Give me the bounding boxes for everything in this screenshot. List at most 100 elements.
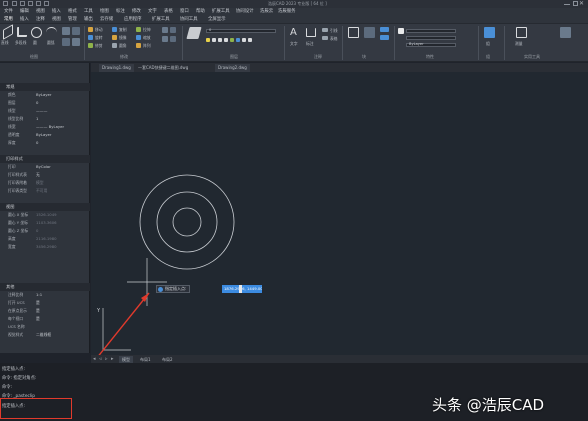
menu-table[interactable]: 表格 [164,8,173,16]
explode-icon[interactable] [162,36,168,42]
prev-layout-icon[interactable]: ◃ [99,356,104,362]
circle-icon[interactable] [31,27,42,38]
doc-tab-shortcuts[interactable]: 一套CAD快捷键二维图.dwg [135,64,192,72]
menu-dimension[interactable]: 标注 [116,8,125,16]
tab-home[interactable]: 常用 [4,16,13,24]
prop-row[interactable]: 打开 UCS 是 [0,299,90,307]
lineweight-dropdown[interactable] [406,36,456,40]
layer-dropdown[interactable]: 0 [206,28,276,33]
menu-collab[interactable]: 协同设计 [236,8,254,16]
prop-row[interactable]: 视觉样式 二维线框 [0,331,90,339]
section-misc[interactable]: 其他 [0,283,90,291]
arc-icon[interactable] [46,27,57,38]
spline-icon[interactable] [72,38,80,46]
copy-label[interactable]: 复制 [119,27,127,33]
scale-icon[interactable] [136,35,141,40]
first-layout-icon[interactable]: ◂ [93,356,98,362]
inner-circle[interactable] [172,207,202,237]
last-layout-icon[interactable]: ▸ [111,356,116,362]
prop-row[interactable]: 高度 2116.1980 [0,235,90,243]
prop-row[interactable]: 图层 0 [0,99,90,107]
prop-row[interactable]: 打印 ByColor [0,163,90,171]
table-icon[interactable] [322,36,328,40]
drawing-canvas[interactable]: Y 指定插入点: 1876.2936, 1449.0049 [91,72,588,355]
menu-edit[interactable]: 编辑 [20,8,29,16]
rectangle-icon[interactable] [62,27,70,35]
menu-extensions[interactable]: 扩展工具 [212,8,230,16]
fillet-label[interactable]: 圆角 [119,43,127,49]
coordinate-input[interactable]: 1876.2936, 1449.0049 [222,285,262,293]
section-general[interactable]: 常规 [0,83,90,91]
polyline-icon[interactable] [17,27,27,37]
array-icon[interactable] [136,43,141,48]
prop-row[interactable]: 在原点显示 是 [0,307,90,315]
tab-collab-tools[interactable]: 协同工具 [180,16,198,24]
tab-ext-tools[interactable]: 扩展工具 [152,16,170,24]
table-label[interactable]: 表格 [330,36,338,42]
prop-row[interactable]: 线宽 ——— ByLayer [0,123,90,131]
prop-row[interactable]: 厚度 0 [0,139,90,147]
stretch-icon[interactable] [136,27,141,32]
stretch-label[interactable]: 拉伸 [143,27,151,33]
group-icon[interactable] [484,27,495,38]
layer-color-icon[interactable] [224,38,228,42]
prop-row[interactable]: 圆心 Y 坐标 1103.3606 [0,219,90,227]
clipboard-icon[interactable] [560,27,571,38]
group-label[interactable]: 组 [486,41,490,47]
prop-row[interactable]: 注释比例 1:1 [0,291,90,299]
middle-circle[interactable] [156,191,218,253]
edit-block-icon[interactable] [380,27,389,32]
move-icon[interactable] [88,27,93,32]
offset-icon[interactable] [170,27,176,33]
text-icon[interactable]: A [290,27,300,38]
prop-row[interactable]: 打印表附着 模型 [0,179,90,187]
prop-row[interactable]: 每个视口 是 [0,315,90,323]
redo-icon[interactable] [44,1,49,6]
prop-row[interactable]: 线型比例 1 [0,115,90,123]
block-attribute-icon[interactable] [380,35,389,40]
mirror-icon[interactable] [112,35,117,40]
leader-icon[interactable] [322,28,328,32]
new-file-icon[interactable] [12,1,17,6]
doc-tab-drawing1[interactable]: Drawing1.dwg [99,64,134,72]
app-menu-icon[interactable] [3,1,8,6]
tab-view[interactable]: 视图 [52,16,61,24]
arc-label[interactable]: 圆弧 [47,40,55,46]
menu-format[interactable]: 格式 [68,8,77,16]
polyline-label[interactable]: 多段线 [15,40,26,46]
linetype-dropdown[interactable]: ByLayer [406,42,456,47]
scale-label[interactable]: 缩放 [143,35,151,41]
layer-match-icon[interactable] [230,38,234,42]
array-label[interactable]: 阵列 [143,43,151,49]
tab-manage[interactable]: 管理 [68,16,77,24]
create-block-icon[interactable] [364,27,375,38]
trim-label[interactable]: 修剪 [95,43,103,49]
tab-model[interactable]: 模型 [119,356,133,363]
menu-insert[interactable]: 插入 [52,8,61,16]
measure-label[interactable]: 测量 [515,41,523,47]
close-icon[interactable]: ✕ [579,0,586,8]
tab-fullscreen[interactable]: 全屏显示 [208,16,226,24]
leader-label[interactable]: 引线 [330,28,338,34]
line-label[interactable]: 直线 [1,40,9,46]
prop-row[interactable]: 打印表类型 不可用 [0,187,90,195]
prop-row[interactable]: 打印样式表 无 [0,171,90,179]
open-file-icon[interactable] [20,1,25,6]
text-label[interactable]: 文字 [290,41,298,47]
tab-apps[interactable]: 应用程序 [124,16,142,24]
save-icon[interactable] [28,1,33,6]
prop-row[interactable]: 宽度 3456.2980 [0,243,90,251]
prop-row[interactable]: 圆心 X 坐标 1526.1049 [0,211,90,219]
layer-isolate-icon[interactable] [242,38,246,42]
trim-icon[interactable] [88,43,93,48]
prop-row[interactable]: 颜色 ByLayer [0,91,90,99]
erase-icon[interactable] [162,27,168,33]
menu-file[interactable]: 文件 [4,8,13,16]
rotate-label[interactable]: 旋转 [95,35,103,41]
copy-icon[interactable] [112,27,117,32]
dimension-icon[interactable] [306,28,316,37]
ellipse-icon[interactable] [62,38,70,46]
maximize-icon[interactable] [573,1,578,6]
layer-previous-icon[interactable] [236,38,240,42]
tab-output[interactable]: 输出 [84,16,93,24]
